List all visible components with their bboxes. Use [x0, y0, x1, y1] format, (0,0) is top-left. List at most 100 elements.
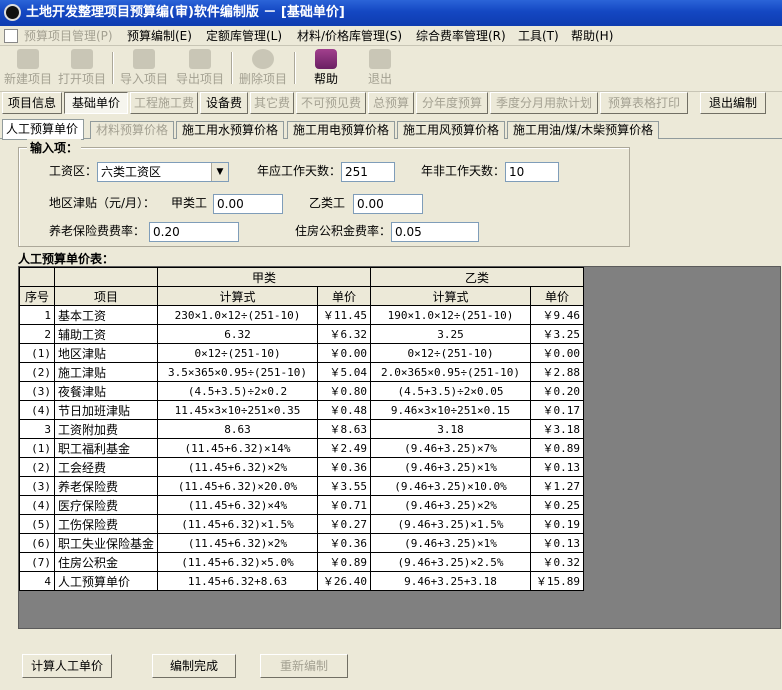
row-formula-a[interactable]: (11.45+6.32)×1.5%: [157, 514, 319, 534]
row-price-a[interactable]: ￥26.40: [317, 571, 372, 591]
row-formula-b[interactable]: (4.5+3.5)÷2×0.05: [370, 381, 532, 401]
row-price-a[interactable]: ￥0.71: [317, 495, 372, 515]
labor-price-grid[interactable]: 甲类 乙类 序号 项目 计算式 单价 计算式 单价 1 基本工资 230×1.0×1…: [18, 266, 781, 629]
module-print-tables[interactable]: 预算表格打印: [600, 92, 688, 114]
row-item[interactable]: 基本工资: [53, 305, 159, 325]
row-item[interactable]: 职工福利基金: [53, 438, 159, 458]
row-formula-b[interactable]: (9.46+3.25)×10.0%: [370, 476, 532, 496]
row-price-b[interactable]: ￥0.17: [530, 400, 585, 420]
row-item[interactable]: 养老保险费: [53, 476, 159, 496]
row-price-b[interactable]: ￥2.88: [530, 362, 585, 382]
row-formula-a[interactable]: 6.32: [157, 324, 319, 344]
module-equipment-cost[interactable]: 设备费: [200, 92, 248, 114]
row-formula-a[interactable]: (11.45+6.32)×5.0%: [157, 552, 319, 572]
module-annual-budget[interactable]: 分年度预算: [416, 92, 488, 114]
row-item[interactable]: 工会经费: [53, 457, 159, 477]
row-price-a[interactable]: ￥5.04: [317, 362, 372, 382]
row-price-a[interactable]: ￥0.89: [317, 552, 372, 572]
table-row[interactable]: (4) 医疗保险费 (11.45+6.32)×4% ￥0.71 (9.46+3.25)×…: [19, 495, 585, 515]
row-formula-a[interactable]: 11.45×3×10÷251×0.35: [157, 400, 319, 420]
annual-days-field[interactable]: 251: [341, 162, 395, 182]
row-item[interactable]: 人工预算单价: [53, 571, 159, 591]
row-number[interactable]: 2: [19, 324, 55, 344]
row-price-a[interactable]: ￥0.48: [317, 400, 372, 420]
row-item[interactable]: 工资附加费: [53, 419, 159, 439]
module-other-cost[interactable]: 其它费: [250, 92, 294, 114]
row-price-b[interactable]: ￥9.46: [530, 305, 585, 325]
exit-edit-button[interactable]: 退出编制: [700, 92, 766, 114]
pension-rate-field[interactable]: 0.20: [149, 222, 239, 242]
row-price-b[interactable]: ￥0.13: [530, 457, 585, 477]
row-formula-a[interactable]: 11.45+6.32+8.63: [157, 571, 319, 591]
row-formula-a[interactable]: (11.45+6.32)×4%: [157, 495, 319, 515]
module-total-budget[interactable]: 总预算: [368, 92, 414, 114]
module-project-info[interactable]: 项目信息: [2, 92, 62, 114]
menu-material-price-library[interactable]: 材料/价格库管理(S): [297, 28, 402, 44]
row-price-a[interactable]: ￥0.80: [317, 381, 372, 401]
table-row[interactable]: (7) 住房公积金 (11.45+6.32)×5.0% ￥0.89 (9.46+3.25…: [19, 552, 585, 572]
row-formula-a[interactable]: 8.63: [157, 419, 319, 439]
table-row[interactable]: 4 人工预算单价 11.45+6.32+8.63 ￥26.40 9.46+3.25+3.…: [19, 571, 585, 591]
row-price-a[interactable]: ￥0.36: [317, 457, 372, 477]
row-number[interactable]: (1): [19, 438, 55, 458]
module-base-price[interactable]: 基础单价: [64, 92, 128, 114]
row-price-b[interactable]: ￥0.25: [530, 495, 585, 515]
row-price-b[interactable]: ￥0.19: [530, 514, 585, 534]
row-number[interactable]: 3: [19, 419, 55, 439]
row-price-b[interactable]: ￥15.89: [530, 571, 585, 591]
row-formula-a[interactable]: 3.5×365×0.95÷(251-10): [157, 362, 319, 382]
module-quarterly-plan[interactable]: 季度分月用款计划: [490, 92, 598, 114]
tab-labor-price[interactable]: 人工预算单价: [2, 119, 85, 140]
row-item[interactable]: 工伤保险费: [53, 514, 159, 534]
row-price-a[interactable]: ￥3.55: [317, 476, 372, 496]
table-row[interactable]: (3) 养老保险费 (11.45+6.32)×20.0% ￥3.55 (9.46+3.2…: [19, 476, 585, 496]
row-price-b[interactable]: ￥3.18: [530, 419, 585, 439]
table-row[interactable]: (2) 工会经费 (11.45+6.32)×2% ￥0.36 (9.46+3.25)×1…: [19, 457, 585, 477]
menu-tools[interactable]: 工具(T): [518, 28, 559, 44]
row-price-b[interactable]: ￥0.20: [530, 381, 585, 401]
table-row[interactable]: (1) 职工福利基金 (11.45+6.32)×14% ￥2.49 (9.46+3.25…: [19, 438, 585, 458]
tab-material-price[interactable]: 材料预算价格: [90, 121, 175, 139]
row-price-b[interactable]: ￥1.27: [530, 476, 585, 496]
table-row[interactable]: (3) 夜餐津贴 (4.5+3.5)÷2×0.2 ￥0.80 (4.5+3.5)÷2×0…: [19, 381, 585, 401]
row-item[interactable]: 医疗保险费: [53, 495, 159, 515]
row-formula-b[interactable]: (9.46+3.25)×1%: [370, 533, 532, 553]
row-number[interactable]: (2): [19, 457, 55, 477]
tab-air-price[interactable]: 施工用风预算价格: [397, 121, 506, 139]
row-formula-a[interactable]: (11.45+6.32)×20.0%: [157, 476, 319, 496]
row-price-b[interactable]: ￥0.13: [530, 533, 585, 553]
row-price-a[interactable]: ￥0.27: [317, 514, 372, 534]
chevron-down-icon[interactable]: ▼: [211, 163, 228, 181]
row-price-b[interactable]: ￥0.00: [530, 343, 585, 363]
row-formula-b[interactable]: 9.46+3.25+3.18: [370, 571, 532, 591]
row-formula-b[interactable]: (9.46+3.25)×1.5%: [370, 514, 532, 534]
row-item[interactable]: 辅助工资: [53, 324, 159, 344]
row-number[interactable]: (5): [19, 514, 55, 534]
row-formula-a[interactable]: (11.45+6.32)×2%: [157, 457, 319, 477]
table-row[interactable]: (4) 节日加班津贴 11.45×3×10÷251×0.35 ￥0.48 9.46×3×…: [19, 400, 585, 420]
row-formula-b[interactable]: (9.46+3.25)×2.5%: [370, 552, 532, 572]
row-price-a[interactable]: ￥6.32: [317, 324, 372, 344]
row-item[interactable]: 住房公积金: [53, 552, 159, 572]
row-price-a[interactable]: ￥0.36: [317, 533, 372, 553]
row-number[interactable]: (7): [19, 552, 55, 572]
table-row[interactable]: 3 工资附加费 8.63 ￥8.63 3.18 ￥3.18: [19, 419, 585, 439]
row-number[interactable]: 1: [19, 305, 55, 325]
help-button[interactable]: 帮助: [300, 48, 352, 90]
table-row[interactable]: (5) 工伤保险费 (11.45+6.32)×1.5% ￥0.27 (9.46+3.25…: [19, 514, 585, 534]
row-formula-a[interactable]: (11.45+6.32)×2%: [157, 533, 319, 553]
row-item[interactable]: 夜餐津贴: [53, 381, 159, 401]
row-formula-b[interactable]: (9.46+3.25)×2%: [370, 495, 532, 515]
row-item[interactable]: 职工失业保险基金: [53, 533, 159, 553]
row-number[interactable]: (6): [19, 533, 55, 553]
new-project-button[interactable]: 新建项目: [2, 48, 54, 90]
row-formula-b[interactable]: 190×1.0×12÷(251-10): [370, 305, 532, 325]
row-number[interactable]: (4): [19, 400, 55, 420]
tab-water-price[interactable]: 施工用水预算价格: [176, 121, 285, 139]
edit-complete-button[interactable]: 编制完成: [152, 654, 236, 678]
row-item[interactable]: 节日加班津贴: [53, 400, 159, 420]
row-price-a[interactable]: ￥0.00: [317, 343, 372, 363]
class-a-allowance-field[interactable]: 0.00: [213, 194, 283, 214]
row-formula-b[interactable]: 2.0×365×0.95÷(251-10): [370, 362, 532, 382]
menu-rate-management[interactable]: 综合费率管理(R): [416, 28, 506, 44]
